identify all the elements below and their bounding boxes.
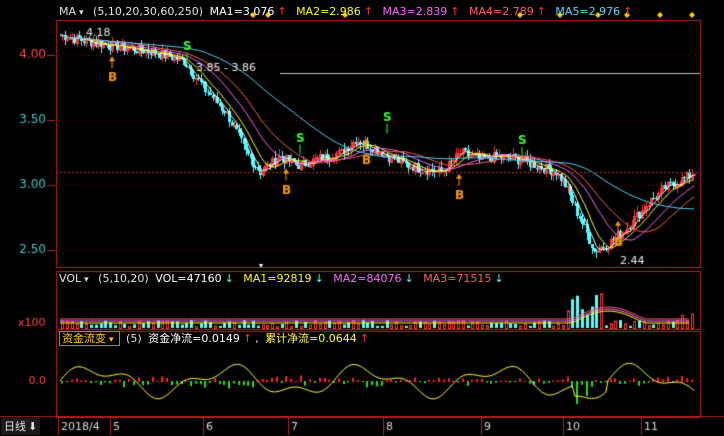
chevron-down-icon: ▾: [84, 275, 89, 285]
flow-net-value: 资金净流=0.0149: [148, 332, 240, 345]
flow-indicator-selector[interactable]: 资金流变 ▾: [59, 331, 120, 346]
ma2-value: MA2=2.986: [296, 5, 361, 18]
down-arrow-icon: ↓: [314, 272, 324, 285]
ma4-value: MA4=2.789: [468, 5, 534, 18]
down-arrow-icon: ↓: [404, 272, 414, 285]
volume-legend: VOL ▾ (5,10,20) VOL=47160 ↓ MA1=92819 ↓ MA2…: [59, 271, 507, 287]
flow-legend: 资金流变 ▾ (5) 资金净流=0.0149 ↑, 累计净流=0.0644 ↑: [59, 331, 372, 347]
ma-params: (5,10,20,30,60,250): [93, 5, 204, 18]
period-selector[interactable]: 日线 ⬇: [1, 418, 41, 435]
ma3-value: MA3=2.839: [382, 5, 448, 18]
flow-cum-value: 累计净流=0.0644: [265, 332, 357, 345]
vol-ma3-value: MA3=71515: [423, 272, 492, 285]
ma5-value: MA5=2.976: [555, 5, 621, 18]
down-arrow-icon: ↓: [224, 272, 234, 285]
flow-params: (5): [126, 332, 142, 345]
up-arrow-icon: ↑: [536, 5, 546, 18]
ma-indicator-selector[interactable]: MA ▾: [59, 5, 87, 18]
vol-ma1-value: MA1=92819: [243, 272, 312, 285]
up-arrow-icon: ↑: [623, 5, 633, 18]
main-legend: MA ▾ (5,10,20,30,60,250) MA1=3.076 ↑ MA2=2…: [59, 4, 635, 20]
vol-ma2-value: MA2=84076: [333, 272, 402, 285]
up-arrow-icon: ↑: [363, 5, 374, 18]
down-arrow-icon: ⬇: [28, 420, 38, 433]
up-arrow-icon: ↑: [242, 332, 253, 345]
chevron-down-icon: ▾: [79, 8, 84, 18]
ma-indicator-name: MA: [59, 5, 77, 18]
vol-indicator-name: VOL: [59, 272, 82, 285]
up-arrow-icon: ↑: [450, 5, 460, 18]
period-label: 日线: [4, 420, 26, 433]
vol-indicator-selector[interactable]: VOL ▾: [59, 272, 92, 285]
vol-value: VOL=47160: [155, 272, 222, 285]
up-arrow-icon: ↑: [359, 332, 369, 345]
stock-chart-canvas[interactable]: [0, 0, 724, 436]
chevron-down-icon: ▾: [109, 335, 114, 345]
vol-params: (5,10,20): [98, 272, 149, 285]
ma1-value: MA1=3.076: [209, 5, 275, 18]
up-arrow-icon: ↑: [277, 5, 287, 18]
flow-indicator-name: 资金流变: [62, 332, 106, 345]
down-arrow-icon: ↓: [494, 272, 504, 285]
